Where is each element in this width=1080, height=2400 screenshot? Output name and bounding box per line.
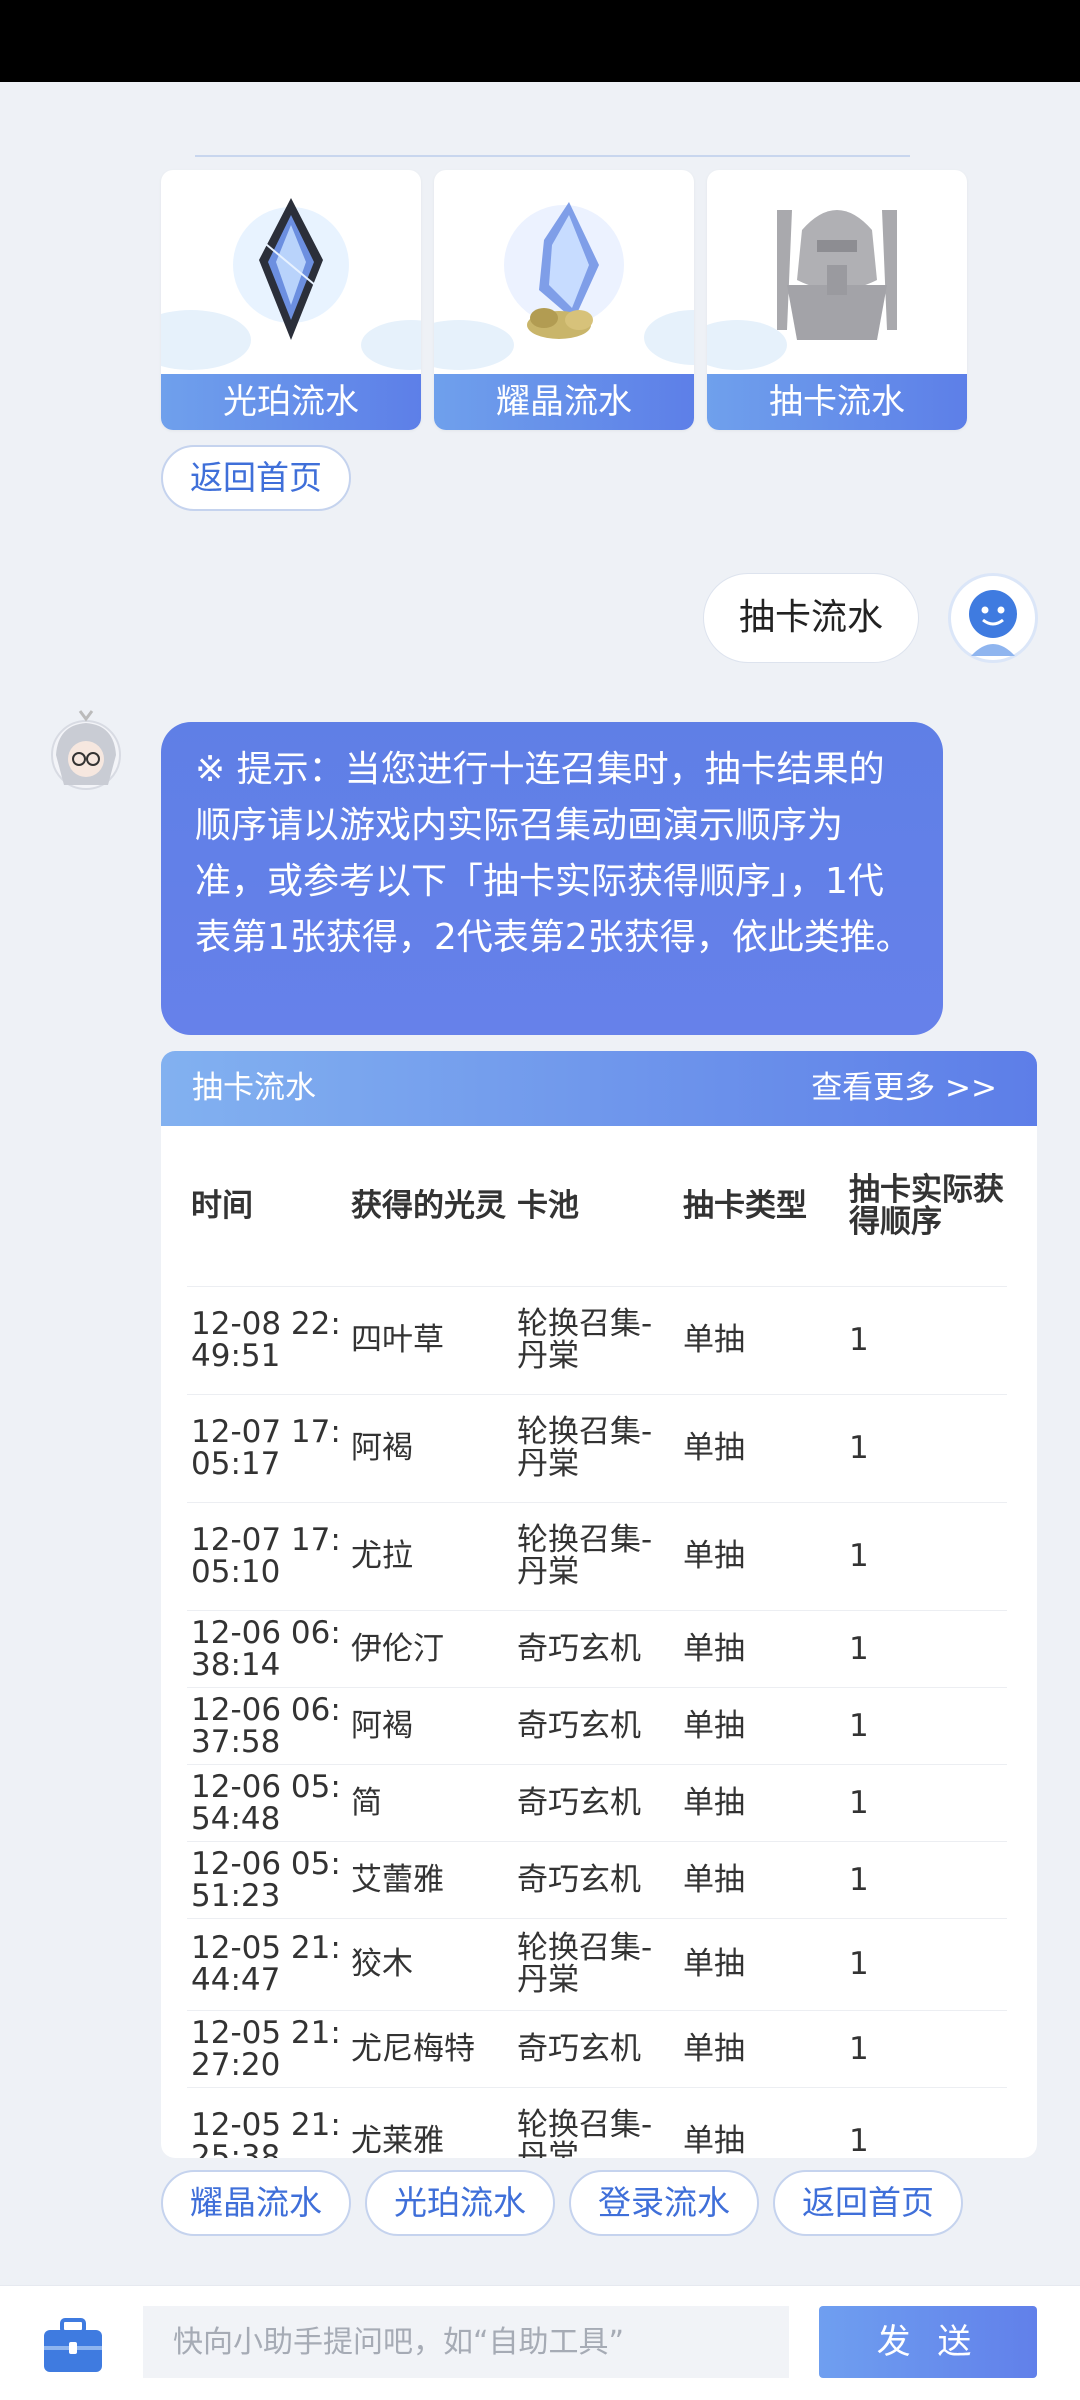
cell-order: 1 [845,1918,1007,2011]
cell-type: 单抽 [679,1764,845,1842]
table-row: 12-07 17:05:17 阿褐 轮换召集-丹棠 单抽 1 [187,1394,1007,1503]
cell-spirit: 尤尼梅特 [347,2010,513,2088]
login-records-button[interactable]: 登录流水 [569,2170,759,2236]
col-type: 抽卡类型 [679,1126,845,1287]
table-row: 12-05 21:25:38 尤莱雅 轮换召集-丹棠 单抽 1 [187,2087,1007,2158]
cell-spirit: 简 [347,1764,513,1842]
question-input[interactable] [143,2306,789,2378]
cell-type: 单抽 [679,1918,845,2011]
cell-type: 单抽 [679,1502,845,1611]
status-bar [0,0,1080,82]
cell-type: 单抽 [679,1687,845,1765]
cell-order: 1 [845,2010,1007,2088]
cell-type: 单抽 [683,2123,745,2158]
cell-time: 12-06 05:51:23 [187,1841,347,1919]
panel-title: 抽卡流水 [192,1070,316,1106]
table-row: 12-05 21:27:20 尤尼梅特 奇巧玄机 单抽 1 [187,2010,1007,2088]
cell-order: 1 [845,1610,1007,1688]
cell-order: 1 [849,2123,869,2158]
table-row: 12-06 06:38:14 伊伦汀 奇巧玄机 单抽 1 [187,1610,1007,1688]
toolbox-icon[interactable] [42,2318,104,2374]
cell-pool: 奇巧玄机 [513,1687,679,1765]
cell-order: 1 [845,1764,1007,1842]
cell-order: 1 [845,1687,1007,1765]
cell-type: 单抽 [679,1841,845,1919]
panel-header: 抽卡流水 查看更多 >> [161,1051,1037,1126]
cell-time: 12-06 06:38:14 [187,1610,347,1688]
user-message: 抽卡流水 [703,573,919,663]
card-light-amber-records[interactable]: 光珀流水 [161,170,421,430]
cell-pool: 轮换召集-丹棠 [513,1918,679,2011]
col-spirit: 获得的光灵 [347,1126,513,1287]
cell-pool: 轮换召集-丹棠 [513,1286,679,1395]
cell-time: 12-08 22:49:51 [187,1286,347,1395]
card-label: 光珀流水 [161,374,421,430]
cell-time: 12-07 17:05:10 [187,1502,347,1611]
card-draw-records[interactable]: 抽卡流水 [707,170,967,430]
table-row: 12-06 05:54:48 简奇巧玄机 单抽 1 [187,1764,1007,1842]
table-row: 12-08 22:49:51 四叶草 轮换召集-丹棠 单抽 1 [187,1286,1007,1395]
records-table: 时间 获得的光灵 卡池 抽卡类型 抽卡实际获得顺序 12-08 22:49:51… [187,1126,1007,2158]
cell-time: 12-06 05:54:48 [187,1764,347,1842]
cell-spirit: 阿褐 [347,1687,513,1765]
assistant-avatar [48,705,124,795]
divider [195,155,910,157]
cell-order: 1 [845,1841,1007,1919]
cell-spirit: 尤莱雅 [351,2123,444,2158]
cell-time: 12-05 21:44:47 [187,1918,347,2011]
light-amber-crystal-icon [161,170,421,374]
cell-order: 1 [845,1502,1007,1611]
light-amber-records-button[interactable]: 光珀流水 [365,2170,555,2236]
cell-pool: 奇巧玄机 [513,2010,679,2088]
cell-spirit: 伊伦汀 [347,1610,513,1688]
knight-statue-icon [707,170,967,374]
cell-spirit: 尤拉 [347,1502,513,1611]
home-button-bottom[interactable]: 返回首页 [773,2170,963,2236]
cell-type: 单抽 [679,1394,845,1503]
col-order: 抽卡实际获得顺序 [845,1126,1007,1287]
col-pool: 卡池 [513,1126,679,1287]
send-button[interactable]: 发 送 [819,2306,1037,2378]
col-time: 时间 [187,1126,347,1287]
cell-type: 单抽 [679,1610,845,1688]
view-more-link[interactable]: 查看更多 >> [811,1051,997,1126]
input-bar: 发 送 [0,2285,1080,2400]
cell-order: 1 [845,1286,1007,1395]
home-button[interactable]: 返回首页 [161,445,351,511]
card-label: 耀晶流水 [434,374,694,430]
cell-pool: 轮换召集-丹棠 [513,1394,679,1503]
cell-spirit: 艾蕾雅 [347,1841,513,1919]
cell-type: 单抽 [679,2010,845,2088]
cell-time: 12-05 21:25:38 [191,2107,341,2158]
card-shining-crystal-records[interactable]: 耀晶流水 [434,170,694,430]
cell-spirit: 狡木 [347,1918,513,2011]
card-label: 抽卡流水 [707,374,967,430]
assistant-tip-message: ※ 提示：当您进行十连召集时，抽卡结果的顺序请以游戏内实际召集动画演示顺序为准，… [161,722,943,1035]
table-row: 12-05 21:44:47 狡木 轮换召集-丹棠 单抽 1 [187,1918,1007,2011]
cell-pool: 奇巧玄机 [513,1764,679,1842]
cell-pool: 轮换召集-丹棠 [517,2107,653,2158]
cell-type: 单抽 [679,1286,845,1395]
shining-crystal-records-button[interactable]: 耀晶流水 [161,2170,351,2236]
cell-time: 12-05 21:27:20 [187,2010,347,2088]
cell-spirit: 阿褐 [347,1394,513,1503]
table-header-row: 时间 获得的光灵 卡池 抽卡类型 抽卡实际获得顺序 [187,1126,1007,1287]
cell-spirit: 四叶草 [347,1286,513,1395]
table-row: 12-06 06:37:58 阿褐 奇巧玄机 单抽 1 [187,1687,1007,1765]
cell-order: 1 [845,1394,1007,1503]
table-row: 12-06 05:51:23 艾蕾雅 奇巧玄机 单抽 1 [187,1841,1007,1919]
cell-time: 12-07 17:05:17 [187,1394,347,1503]
shining-crystal-icon [434,170,694,374]
user-avatar [948,573,1038,663]
cell-time: 12-06 06:37:58 [187,1687,347,1765]
cell-pool: 奇巧玄机 [513,1610,679,1688]
cell-pool: 轮换召集-丹棠 [513,1502,679,1611]
draw-records-panel: 抽卡流水 查看更多 >> 时间 获得的光灵 卡池 抽卡类型 抽卡实际获得顺序 1… [161,1051,1037,2158]
cell-pool: 奇巧玄机 [513,1841,679,1919]
table-row: 12-07 17:05:10 尤拉 轮换召集-丹棠 单抽 1 [187,1502,1007,1611]
